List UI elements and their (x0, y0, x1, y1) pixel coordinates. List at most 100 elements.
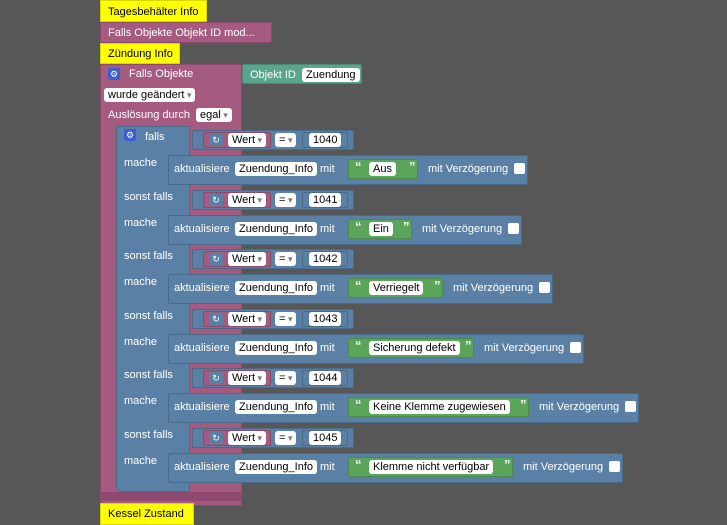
kessel-label: Kessel Zustand (108, 508, 184, 520)
checkbox-icon[interactable] (508, 223, 519, 234)
quote-icon: “ (355, 219, 362, 234)
delay-label: mit Verzögerung (539, 401, 620, 413)
block-tagesbehaelter-collapsed[interactable]: Falls Objekte Objekt ID mod... (100, 22, 272, 43)
block-tagesbehaelter-title[interactable]: Tagesbehälter Info (100, 0, 207, 22)
tagesbehaelter-label: Tagesbehälter Info (108, 6, 199, 18)
text-field[interactable]: Sicherung defekt (369, 341, 460, 355)
quote-icon: “ (355, 397, 362, 412)
wert-dropdown[interactable]: Wert (228, 252, 267, 266)
wert-dropdown[interactable]: Wert (228, 312, 267, 326)
number-field[interactable]: 1043 (309, 312, 342, 326)
refresh-icon: ↻ (209, 194, 223, 206)
target-field[interactable]: Zuendung_Info (235, 400, 318, 414)
refresh-icon: ↻ (209, 253, 223, 265)
mit-label: mit (320, 163, 335, 175)
operator-dropdown[interactable]: = (275, 252, 297, 266)
mit-label: mit (320, 223, 335, 235)
quote-icon: “ (355, 338, 362, 353)
checkbox-icon[interactable] (514, 163, 525, 174)
text-field[interactable]: Ein (369, 222, 393, 236)
wert-dropdown[interactable]: Wert (228, 431, 267, 445)
quote-icon: “ (355, 159, 362, 174)
wert-dropdown[interactable]: Wert (228, 371, 267, 385)
aktualisiere-label: aktualisiere (174, 282, 230, 294)
quote-icon: ” (403, 219, 410, 234)
operator-dropdown[interactable]: = (275, 312, 297, 326)
quote-icon: ” (520, 397, 527, 412)
checkbox-icon[interactable] (609, 461, 620, 472)
gear-icon[interactable]: ⚙ (124, 129, 136, 141)
mit-label: mit (320, 401, 335, 413)
collapsed-label: Falls Objekte Objekt ID mod... (108, 27, 255, 39)
mache-label: mache (124, 395, 158, 407)
condition-label: sonst falls (124, 250, 173, 262)
target-field[interactable]: Zuendung_Info (235, 341, 318, 355)
aktualisiere-label: aktualisiere (174, 401, 230, 413)
quote-icon: ” (465, 338, 472, 353)
condition-label: sonst falls (124, 429, 173, 441)
ausloesung-dropdown[interactable]: egal (196, 108, 232, 122)
target-field[interactable]: Zuendung_Info (235, 281, 318, 295)
operator-dropdown[interactable]: = (275, 431, 297, 445)
mache-label: mache (124, 276, 158, 288)
wert-dropdown[interactable]: Wert (228, 193, 267, 207)
objekt-id-block[interactable]: Objekt ID Zuendung (242, 64, 362, 84)
number-field[interactable]: 1045 (309, 431, 342, 445)
number-field[interactable]: 1041 (309, 193, 342, 207)
text-field[interactable]: Keine Klemme zugewiesen (369, 400, 510, 414)
aktualisiere-label: aktualisiere (174, 223, 230, 235)
refresh-icon: ↻ (209, 432, 223, 444)
block-zuendung-title[interactable]: Zündung Info (100, 43, 180, 64)
mache-label: mache (124, 217, 158, 229)
checkbox-icon[interactable] (539, 282, 550, 293)
target-field[interactable]: Zuendung_Info (235, 460, 318, 474)
quote-icon: ” (409, 159, 416, 174)
delay-label: mit Verzögerung (453, 282, 534, 294)
number-field[interactable]: 1040 (309, 133, 342, 147)
refresh-icon: ↻ (209, 372, 223, 384)
mache-label: mache (124, 336, 158, 348)
mache-label: mache (124, 157, 158, 169)
number-field[interactable]: 1042 (309, 252, 342, 266)
operator-dropdown[interactable]: = (275, 193, 297, 207)
falls-objekte-label: Falls Objekte (129, 68, 194, 80)
falls-objekte-bottom (100, 492, 242, 501)
zuendung-label: Zündung Info (108, 48, 173, 60)
checkbox-icon[interactable] (570, 342, 581, 353)
target-field[interactable]: Zuendung_Info (235, 222, 318, 236)
quote-icon: ” (504, 457, 511, 472)
quote-icon: “ (355, 278, 362, 293)
delay-label: mit Verzögerung (422, 223, 503, 235)
quote-icon: ” (434, 278, 441, 293)
condition-label: falls (145, 131, 165, 143)
text-field[interactable]: Verriegelt (369, 281, 424, 295)
delay-label: mit Verzögerung (484, 342, 565, 354)
text-field[interactable]: Aus (369, 162, 396, 176)
target-field[interactable]: Zuendung_Info (235, 162, 318, 176)
delay-label: mit Verzögerung (428, 163, 509, 175)
wert-dropdown[interactable]: Wert (228, 133, 267, 147)
condition-label: sonst falls (124, 369, 173, 381)
mache-label: mache (124, 455, 158, 467)
checkbox-icon[interactable] (625, 401, 636, 412)
block-kessel-title[interactable]: Kessel Zustand (100, 503, 194, 525)
gear-icon[interactable]: ⚙ (108, 68, 120, 80)
number-field[interactable]: 1044 (309, 371, 342, 385)
objekt-id-field[interactable]: Zuendung (302, 68, 360, 82)
mit-label: mit (320, 461, 335, 473)
mit-label: mit (320, 282, 335, 294)
text-field[interactable]: Klemme nicht verfügbar (369, 460, 494, 474)
quote-icon: “ (355, 457, 362, 472)
condition-label: sonst falls (124, 191, 173, 203)
operator-dropdown[interactable]: = (275, 371, 297, 385)
condition-label: sonst falls (124, 310, 173, 322)
operator-dropdown[interactable]: = (275, 133, 297, 147)
aktualisiere-label: aktualisiere (174, 163, 230, 175)
trigger-dropdown[interactable]: wurde geändert (104, 88, 196, 102)
objekt-id-label: Objekt ID (250, 69, 296, 81)
refresh-icon: ↻ (209, 313, 223, 325)
aktualisiere-label: aktualisiere (174, 461, 230, 473)
delay-label: mit Verzögerung (523, 461, 604, 473)
refresh-icon: ↻ (209, 134, 223, 146)
ausloesung-label: Auslösung durch (108, 109, 190, 121)
